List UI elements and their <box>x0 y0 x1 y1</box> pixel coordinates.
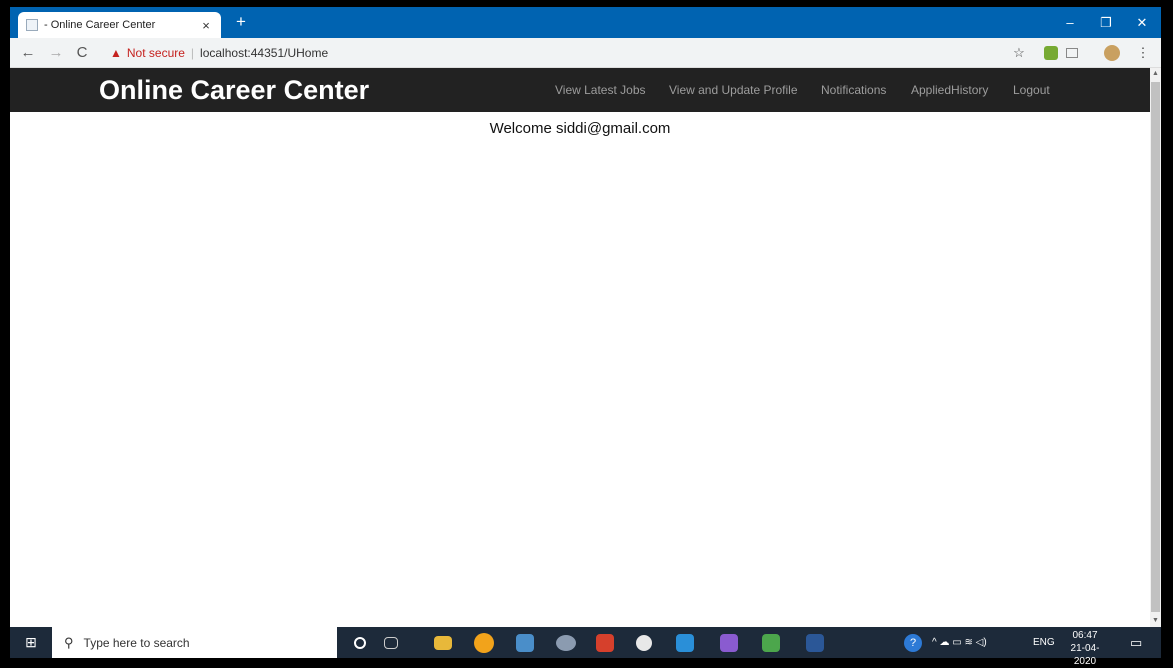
extension-icon[interactable] <box>1044 46 1058 60</box>
nav-view-update-profile[interactable]: View and Update Profile <box>669 83 798 97</box>
file-explorer-icon[interactable] <box>434 636 452 650</box>
scroll-down-icon[interactable]: ▼ <box>1150 615 1161 627</box>
task-view-icon[interactable] <box>384 637 398 649</box>
forward-button[interactable]: → <box>46 43 66 63</box>
url-text[interactable]: localhost:44351/UHome <box>200 46 328 60</box>
browser-window: - Online Career Center × + – ❐ ✕ ← → C ▲… <box>10 7 1161 627</box>
word-icon[interactable] <box>806 634 824 652</box>
nav-view-latest-jobs[interactable]: View Latest Jobs <box>555 83 646 97</box>
title-bar: - Online Career Center × + – ❐ ✕ <box>10 7 1161 38</box>
new-tab-button[interactable]: + <box>231 12 251 32</box>
language-indicator[interactable]: ENG <box>1033 627 1055 658</box>
nodejs-icon[interactable] <box>762 634 780 652</box>
windows-start-icon[interactable]: ⊞ <box>10 627 52 658</box>
vscode-icon[interactable] <box>676 634 694 652</box>
cortana-icon[interactable] <box>354 637 366 649</box>
security-label[interactable]: Not secure <box>127 46 185 60</box>
cast-icon[interactable] <box>1066 48 1078 58</box>
page-scrollbar[interactable]: ▲ ▼ <box>1150 68 1161 627</box>
welcome-message: Welcome siddi@gmail.com <box>489 120 671 137</box>
nav-notifications[interactable]: Notifications <box>821 83 886 97</box>
browser-tab[interactable]: - Online Career Center × <box>18 12 221 38</box>
warning-icon: ▲ <box>110 46 122 60</box>
minimize-button[interactable]: – <box>1050 7 1090 38</box>
address-separator: | <box>190 46 195 60</box>
scrollbar-thumb[interactable] <box>1151 82 1160 612</box>
app-icon-1[interactable] <box>556 635 576 651</box>
windows-taskbar: ⊞ ⚲ Type here to search ? ^ ☁ ▭ ≋ ◁) ENG… <box>10 627 1161 667</box>
feedback-icon[interactable] <box>636 635 652 651</box>
nav-applied-history[interactable]: AppliedHistory <box>911 83 988 97</box>
site-brand[interactable]: Online Career Center <box>99 75 369 106</box>
tab-title: - Online Career Center <box>44 19 156 31</box>
browser-toolbar: ← → C ▲ Not secure | localhost:44351/UHo… <box>10 38 1161 68</box>
nav-logout[interactable]: Logout <box>1013 83 1050 97</box>
tray-icons[interactable]: ^ ☁ ▭ ≋ ◁) <box>932 627 987 658</box>
clock-time: 06:47 <box>1072 630 1098 641</box>
visual-studio-icon[interactable] <box>720 634 738 652</box>
page-content: Online Career Center View Latest Jobs Vi… <box>10 68 1150 627</box>
notification-center-icon[interactable]: ▭ <box>1130 627 1142 658</box>
search-icon: ⚲ <box>64 634 74 650</box>
screen: - Online Career Center × + – ❐ ✕ ← → C ▲… <box>0 0 1173 667</box>
page-favicon-icon <box>26 19 38 31</box>
scroll-up-icon[interactable]: ▲ <box>1150 68 1161 80</box>
back-button[interactable]: ← <box>18 43 38 63</box>
tab-close-icon[interactable]: × <box>199 18 213 33</box>
taskbar-search-placeholder: Type here to search <box>83 635 190 650</box>
restore-button[interactable]: ❐ <box>1086 7 1126 38</box>
snipping-tool-icon[interactable] <box>516 634 534 652</box>
reload-button[interactable]: C <box>72 43 92 63</box>
taskbar-clock[interactable]: 06:47 21-04-2020 <box>1060 629 1110 668</box>
taskbar-search[interactable]: ⚲ Type here to search <box>52 627 337 658</box>
close-window-button[interactable]: ✕ <box>1122 7 1161 38</box>
site-navbar: Online Career Center View Latest Jobs Vi… <box>10 68 1150 112</box>
paint-icon[interactable] <box>596 634 614 652</box>
browser-menu-icon[interactable]: ⋮ <box>1134 44 1152 62</box>
bookmark-star-icon[interactable]: ☆ <box>1010 44 1028 62</box>
clock-date: 21-04-2020 <box>1070 643 1100 667</box>
help-icon[interactable]: ? <box>904 634 922 652</box>
chrome-icon[interactable] <box>474 633 494 653</box>
address-bar[interactable]: ▲ Not secure | localhost:44351/UHome <box>104 42 1004 64</box>
profile-avatar[interactable] <box>1104 45 1120 61</box>
